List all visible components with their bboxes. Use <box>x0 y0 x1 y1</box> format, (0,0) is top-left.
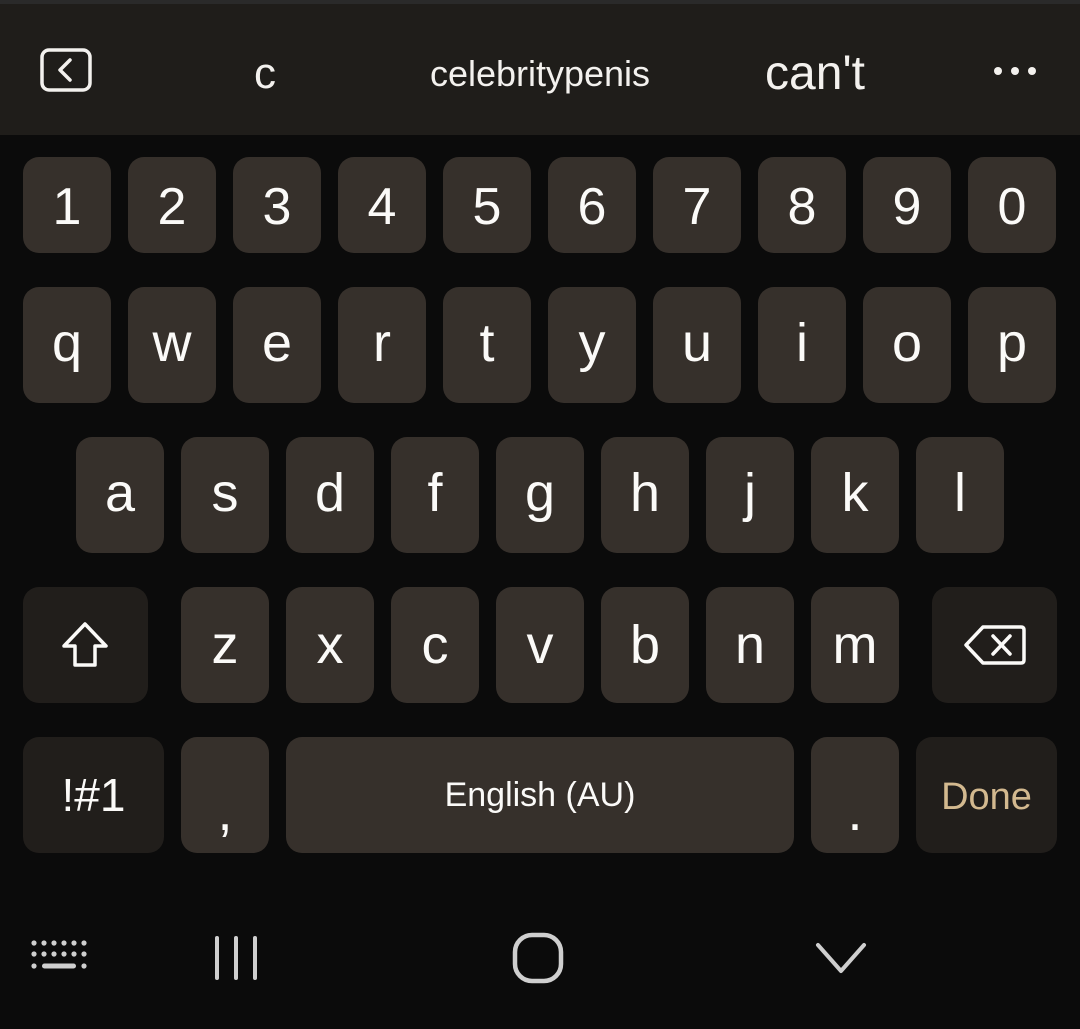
key-z[interactable]: z <box>181 587 269 703</box>
space-bar[interactable]: English (AU) <box>286 737 794 853</box>
key-p[interactable]: p <box>968 287 1056 403</box>
key-e[interactable]: e <box>233 287 321 403</box>
key-b[interactable]: b <box>601 587 689 703</box>
key-t[interactable]: t <box>443 287 531 403</box>
key-u[interactable]: u <box>653 287 741 403</box>
key-d[interactable]: d <box>286 437 374 553</box>
comma-key[interactable]: , <box>181 737 269 853</box>
suggestion-3[interactable]: can't <box>700 44 930 104</box>
key-c[interactable]: c <box>391 587 479 703</box>
period-key[interactable]: . <box>811 737 899 853</box>
keyboard-icon[interactable] <box>30 938 90 976</box>
key-6[interactable]: 6 <box>548 157 636 253</box>
key-a[interactable]: a <box>76 437 164 553</box>
key-3[interactable]: 3 <box>233 157 321 253</box>
key-s[interactable]: s <box>181 437 269 553</box>
key-q[interactable]: q <box>23 287 111 403</box>
shift-key[interactable] <box>23 587 148 703</box>
done-key[interactable]: Done <box>916 737 1057 853</box>
key-h[interactable]: h <box>601 437 689 553</box>
key-r[interactable]: r <box>338 287 426 403</box>
backspace-icon <box>964 625 1026 665</box>
key-m[interactable]: m <box>811 587 899 703</box>
shift-icon <box>62 622 108 667</box>
key-7[interactable]: 7 <box>653 157 741 253</box>
key-g[interactable]: g <box>496 437 584 553</box>
key-w[interactable]: w <box>128 287 216 403</box>
home-icon[interactable] <box>512 932 564 984</box>
key-k[interactable]: k <box>811 437 899 553</box>
key-i[interactable]: i <box>758 287 846 403</box>
key-n[interactable]: n <box>706 587 794 703</box>
recent-apps-icon[interactable] <box>210 934 262 982</box>
key-x[interactable]: x <box>286 587 374 703</box>
key-4[interactable]: 4 <box>338 157 426 253</box>
key-j[interactable]: j <box>706 437 794 553</box>
suggestion-2[interactable]: celebritypenis <box>390 44 690 104</box>
key-0[interactable]: 0 <box>968 157 1056 253</box>
key-o[interactable]: o <box>863 287 951 403</box>
key-f[interactable]: f <box>391 437 479 553</box>
key-8[interactable]: 8 <box>758 157 846 253</box>
key-v[interactable]: v <box>496 587 584 703</box>
key-l[interactable]: l <box>916 437 1004 553</box>
symbols-key[interactable]: !#1 <box>23 737 164 853</box>
more-icon[interactable] <box>990 56 1040 86</box>
suggestion-bar: c celebritypenis can't <box>0 4 1080 135</box>
key-5[interactable]: 5 <box>443 157 531 253</box>
suggestion-1[interactable]: c <box>200 44 330 104</box>
backspace-key[interactable] <box>932 587 1057 703</box>
key-1[interactable]: 1 <box>23 157 111 253</box>
chevron-down-icon[interactable] <box>814 940 868 976</box>
key-2[interactable]: 2 <box>128 157 216 253</box>
key-9[interactable]: 9 <box>863 157 951 253</box>
key-y[interactable]: y <box>548 287 636 403</box>
back-icon[interactable] <box>40 48 92 92</box>
